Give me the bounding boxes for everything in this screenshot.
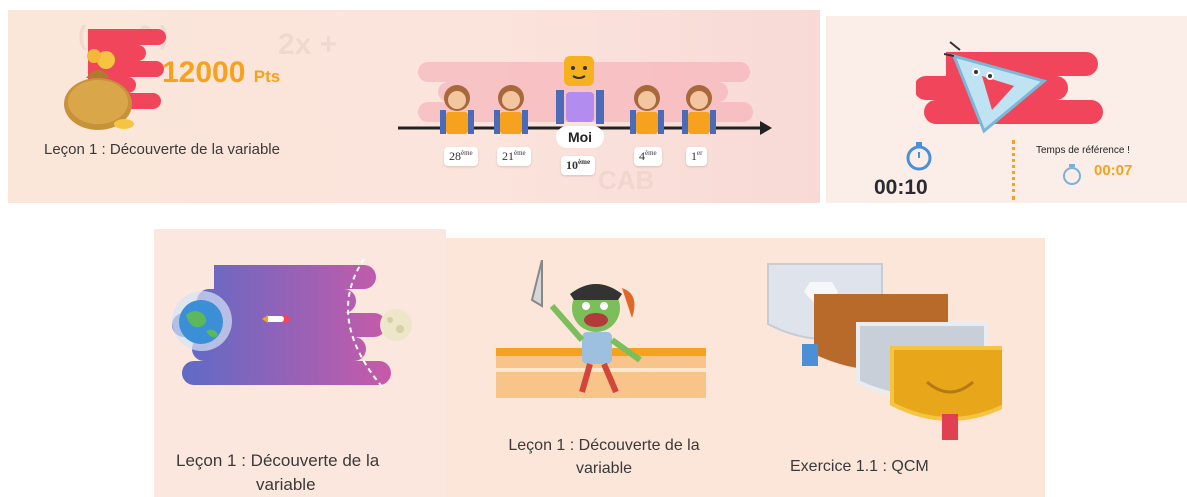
rank-badge: 4ème bbox=[634, 147, 662, 166]
student-avatar bbox=[440, 85, 474, 134]
timer-panel: 00:10 Temps de référence ! 00:07 bbox=[826, 16, 1187, 203]
rank-suffix: ème bbox=[578, 158, 591, 166]
student-avatar bbox=[630, 85, 664, 134]
set-square-mascot-icon bbox=[944, 41, 1048, 134]
card-title-line: Leçon 1 : Découverte de la bbox=[176, 451, 380, 470]
rank-suffix: ème bbox=[645, 149, 657, 157]
math-watermark: CAB bbox=[598, 165, 655, 195]
exercise-card-qcm[interactable]: Exercice 1.1 : QCM bbox=[752, 238, 1045, 497]
rank-badge: 1er bbox=[686, 147, 708, 166]
rank-number: 21 bbox=[502, 149, 514, 163]
card-title-line: variable bbox=[575, 460, 633, 477]
lesson-card-pirate[interactable]: Leçon 1 : Découverte de la variable bbox=[446, 238, 752, 497]
reference-time-value: 00:07 bbox=[1094, 162, 1133, 179]
exercise-card-title: Exercice 1.1 : QCM bbox=[790, 458, 929, 475]
rank-badge-me: 10ème bbox=[561, 156, 596, 175]
student-avatar bbox=[494, 85, 528, 134]
rank-badge: 28ème bbox=[444, 147, 478, 166]
my-position-label: Moi bbox=[556, 126, 604, 148]
lesson-card-title: Leçon 1 : Découverte de la variable bbox=[176, 449, 436, 497]
points-display: 12000 Pts bbox=[162, 56, 280, 90]
reference-time-label: Temps de référence ! bbox=[1036, 145, 1130, 156]
money-bag-icon bbox=[64, 49, 134, 130]
rank-suffix: er bbox=[697, 149, 703, 157]
planet-earth-icon bbox=[179, 300, 223, 344]
rank-suffix: ème bbox=[461, 149, 473, 157]
divider bbox=[1012, 140, 1015, 200]
medal-badges bbox=[767, 263, 1002, 440]
card-title-line: Leçon 1 : Découverte de la bbox=[508, 437, 700, 454]
lesson-title: Leçon 1 : Découverte de la variable bbox=[44, 141, 280, 158]
student-avatar bbox=[682, 85, 716, 134]
rank-suffix: ème bbox=[514, 149, 526, 157]
pirate-goblin-icon bbox=[530, 260, 642, 394]
elapsed-time: 00:10 bbox=[874, 176, 928, 199]
stopwatch-icon bbox=[1063, 164, 1081, 185]
rank-badge: 21ème bbox=[497, 147, 531, 166]
lesson-card-title: Leçon 1 : Découverte de la variable bbox=[474, 434, 734, 480]
points-value: 12000 bbox=[162, 56, 246, 89]
math-watermark: 2x + bbox=[278, 28, 338, 61]
card-title-line: variable bbox=[256, 475, 316, 494]
score-ranking-banner: ( a − 2 ) 2x + CAB 12000 Pts Leçon 1 : D… bbox=[8, 10, 820, 203]
lesson-card-space[interactable]: Leçon 1 : Découverte de la variable bbox=[154, 229, 446, 497]
rank-number: 10 bbox=[566, 158, 578, 172]
rank-number: 28 bbox=[449, 149, 461, 163]
moon-icon bbox=[380, 309, 412, 341]
stopwatch-icon bbox=[906, 142, 932, 171]
rocket-icon bbox=[262, 314, 292, 324]
my-avatar bbox=[556, 56, 604, 124]
points-unit: Pts bbox=[253, 67, 281, 86]
